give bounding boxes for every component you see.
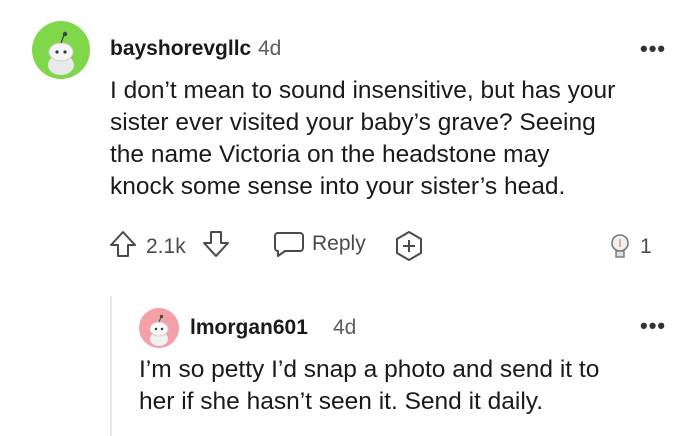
vote-count: 2.1k xyxy=(146,235,186,258)
comment-timestamp: 4d xyxy=(258,37,282,60)
reply-body: I’m so petty I’d snap a photo and send i… xyxy=(139,354,689,418)
reply-avatar[interactable] xyxy=(139,308,179,348)
reply-bubble-icon xyxy=(274,232,304,257)
lightbulb-award-icon xyxy=(611,234,629,258)
reply-timestamp: 4d xyxy=(333,316,357,339)
comment-line: knock some sense into your sister’s head… xyxy=(110,173,566,200)
upvote-icon xyxy=(110,231,136,257)
reply-label: Reply xyxy=(312,232,366,255)
comment-line: sister ever visited your baby’s grave? S… xyxy=(110,109,596,136)
award-indicator[interactable]: 1 xyxy=(609,232,652,262)
reply-line: I’m so petty I’d snap a photo and send i… xyxy=(139,356,600,383)
commenter-avatar[interactable] xyxy=(32,21,90,79)
reply-button[interactable]: Reply xyxy=(272,229,366,259)
award-count: 1 xyxy=(640,235,652,258)
more-options-icon[interactable]: ••• xyxy=(640,313,666,339)
more-options-icon[interactable]: ••• xyxy=(640,36,666,62)
downvote-icon xyxy=(203,231,229,257)
snoo-avatar-icon xyxy=(48,31,74,75)
comment-line: the name Victoria on the headstone may xyxy=(110,141,550,168)
reply-line: her if she hasn’t seen it. Send it daily… xyxy=(139,388,544,415)
award-plus-icon xyxy=(396,231,422,261)
comment-line: I don’t mean to sound insensitive, but h… xyxy=(110,77,616,104)
commenter-username[interactable]: bayshorevgllc xyxy=(110,37,251,61)
downvote-button[interactable] xyxy=(201,229,231,264)
upvote-button[interactable] xyxy=(108,229,138,264)
snoo-avatar-icon xyxy=(149,314,169,346)
thread-line[interactable] xyxy=(110,296,112,436)
award-button[interactable] xyxy=(393,230,425,267)
reply-username[interactable]: lmorgan601 xyxy=(190,316,308,340)
comment-body: I don’t mean to sound insensitive, but h… xyxy=(110,75,690,203)
